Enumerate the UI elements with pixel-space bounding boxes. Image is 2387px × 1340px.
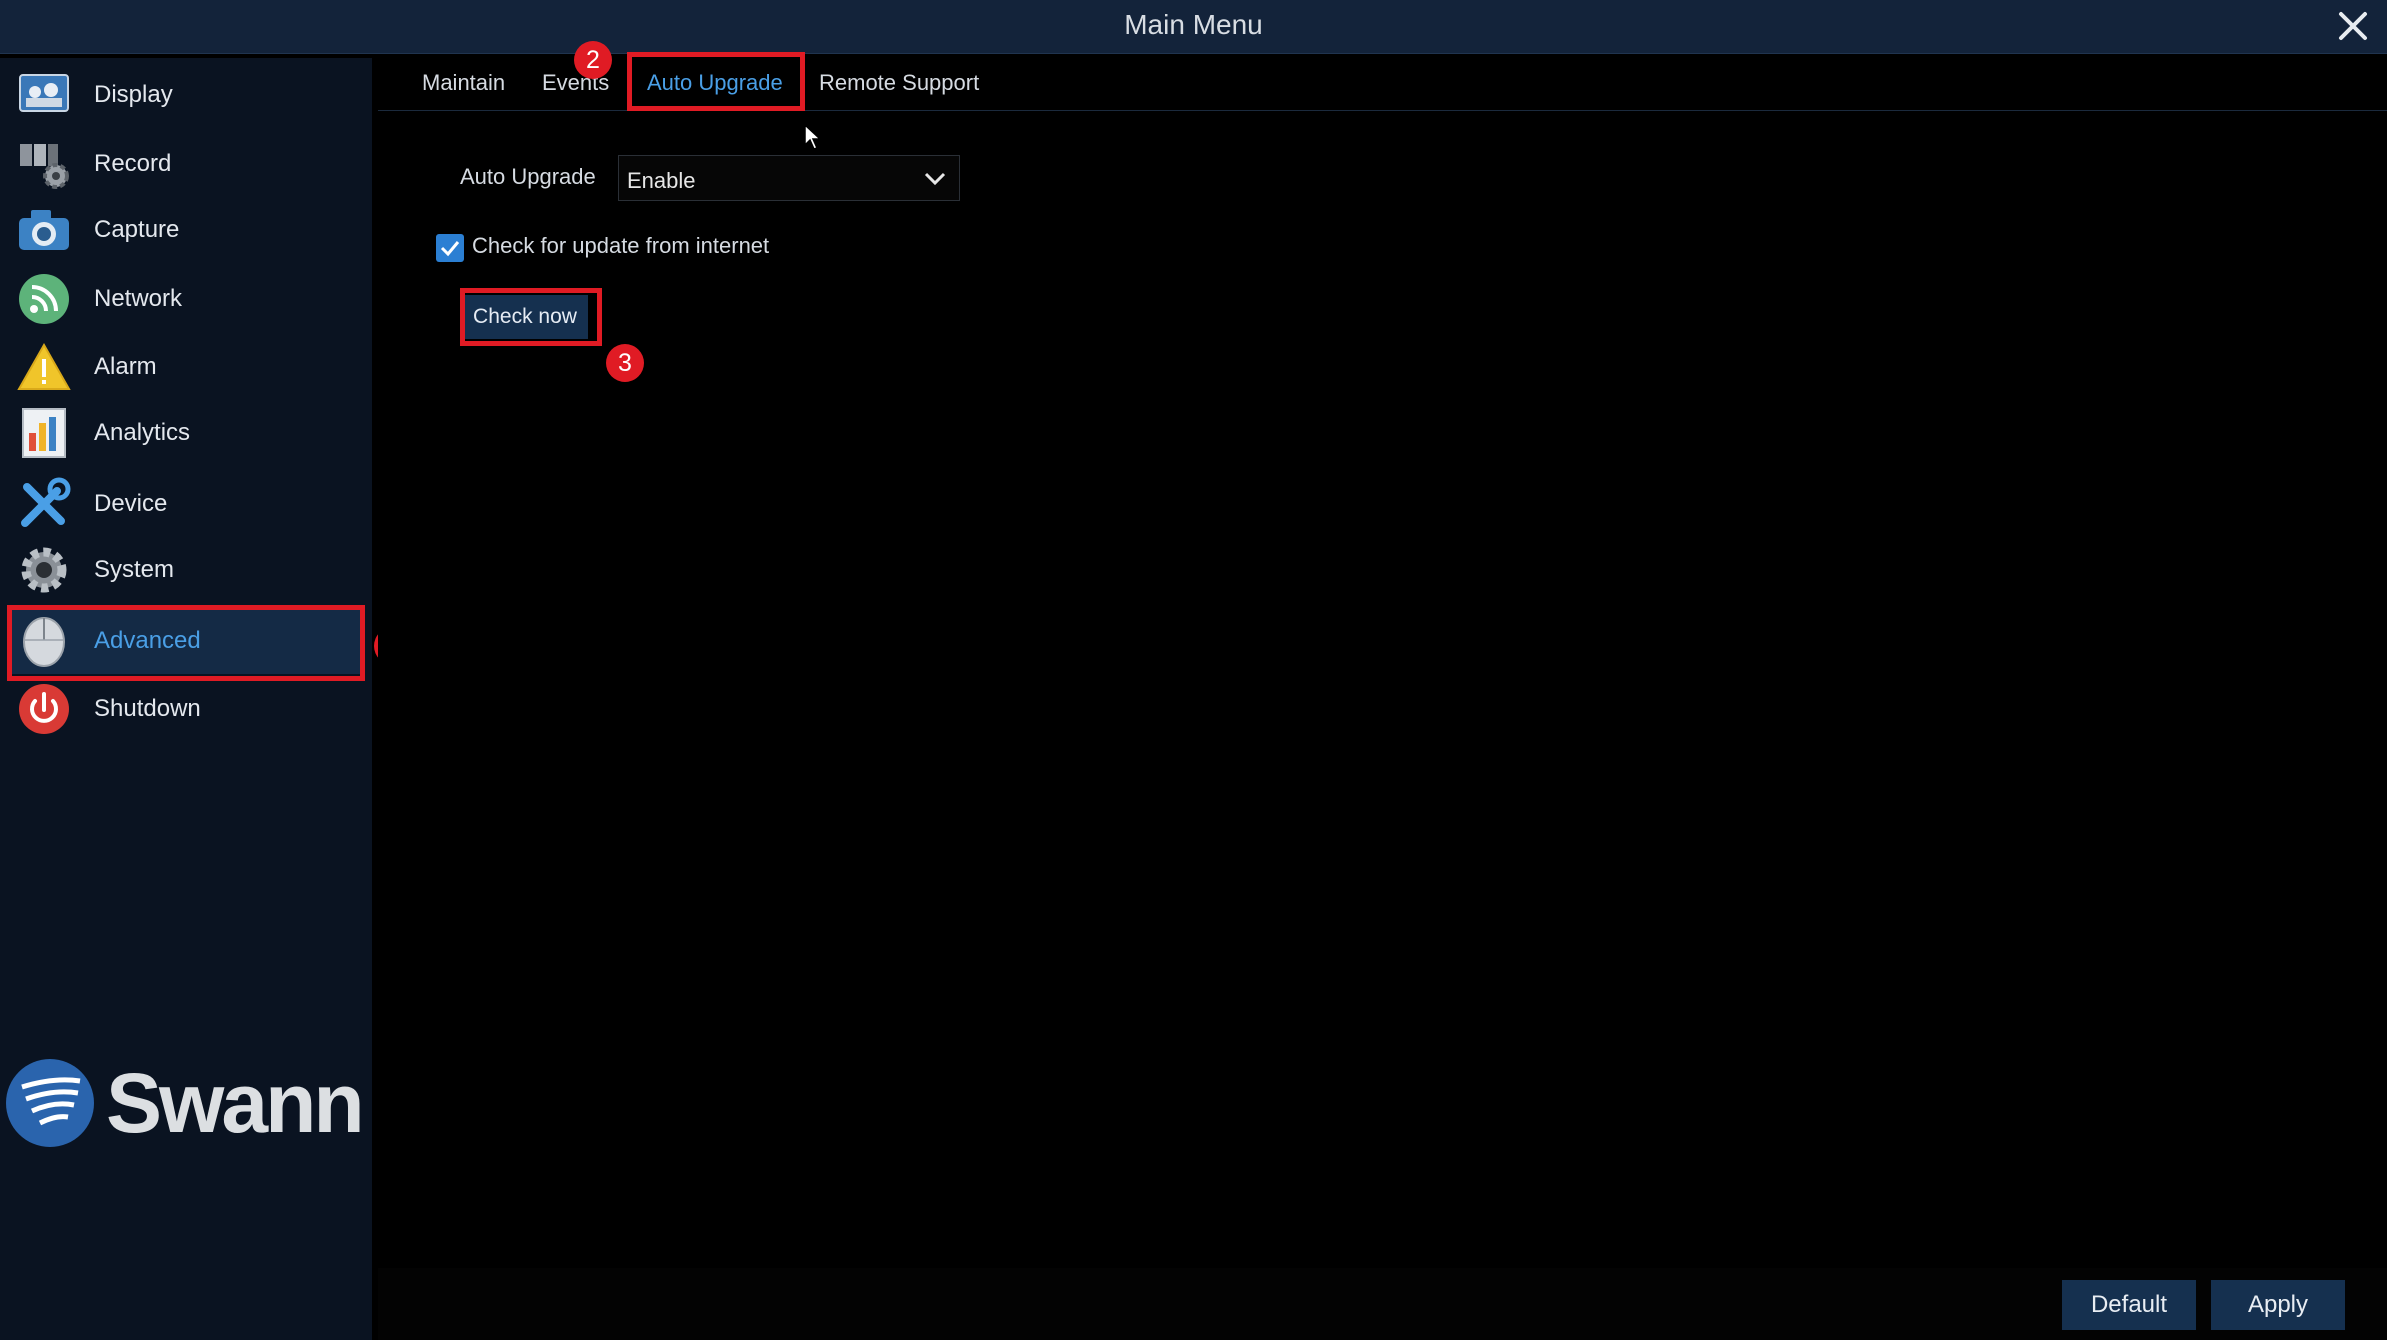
sidebar-item-label: Shutdown xyxy=(94,695,201,722)
swann-logo: Swann xyxy=(4,1053,370,1153)
sidebar-item-label: Record xyxy=(94,150,172,177)
mouse-cursor-icon xyxy=(804,123,822,155)
sidebar-item-label: System xyxy=(94,556,175,583)
logo-wordmark: Swann xyxy=(106,1055,365,1150)
tab-remote-support[interactable]: Remote Support xyxy=(819,70,979,96)
sidebar-item-label: Alarm xyxy=(94,353,157,380)
sidebar-item-capture[interactable]: Capture xyxy=(8,197,364,263)
camera-icon xyxy=(16,202,72,258)
auto-upgrade-select[interactable]: Enable xyxy=(618,155,960,201)
sidebar-item-label: Device xyxy=(94,490,168,517)
auto-upgrade-label: Auto Upgrade xyxy=(460,164,596,189)
apply-button[interactable]: Apply xyxy=(2211,1280,2345,1330)
sidebar-item-network[interactable]: Network xyxy=(8,266,364,332)
gear-icon xyxy=(16,542,72,598)
checkmark-icon xyxy=(440,241,460,257)
chevron-down-icon xyxy=(923,168,947,190)
analytics-icon xyxy=(16,405,72,461)
sidebar-item-system[interactable]: System xyxy=(8,537,364,603)
highlight-box-check-now xyxy=(460,288,602,346)
sidebar-item-record[interactable]: Record xyxy=(8,131,364,197)
highlight-box-auto-upgrade-tab xyxy=(627,52,805,111)
sidebar-item-label: Display xyxy=(94,81,173,108)
sidebar-item-shutdown[interactable]: Shutdown xyxy=(8,676,364,742)
step-badge-3: 3 xyxy=(606,344,644,382)
sidebar-item-label: Capture xyxy=(94,216,180,243)
highlight-box-advanced xyxy=(7,605,365,681)
sidebar-item-label: Network xyxy=(94,285,183,312)
main-panel: Maintain Events Auto Upgrade Remote Supp… xyxy=(378,58,2387,1340)
swann-logo-icon xyxy=(6,1059,94,1147)
title-bar: Main Menu xyxy=(0,0,2387,54)
sidebar-item-analytics[interactable]: Analytics xyxy=(8,400,364,466)
check-internet-label: Check for update from internet xyxy=(472,233,770,258)
check-internet-checkbox[interactable] xyxy=(436,234,464,262)
sidebar-item-alarm[interactable]: Alarm xyxy=(8,334,364,400)
sidebar-item-device[interactable]: Device xyxy=(8,471,364,537)
record-icon xyxy=(16,136,72,192)
sidebar-item-display[interactable]: Display xyxy=(8,62,364,128)
auto-upgrade-value: Enable xyxy=(627,168,696,193)
display-icon xyxy=(16,67,72,123)
network-icon xyxy=(16,271,72,327)
default-button[interactable]: Default xyxy=(2062,1280,2196,1330)
power-icon xyxy=(16,681,72,737)
device-icon xyxy=(16,476,72,532)
alarm-icon xyxy=(16,339,72,395)
step-badge-2: 2 xyxy=(574,41,612,79)
close-icon[interactable] xyxy=(2333,6,2373,46)
window-title: Main Menu xyxy=(1124,9,1263,40)
sidebar: Display Record Capture Network Alarm Ana… xyxy=(0,58,372,1340)
sidebar-item-label: Analytics xyxy=(94,419,191,446)
tab-maintain[interactable]: Maintain xyxy=(422,70,505,96)
